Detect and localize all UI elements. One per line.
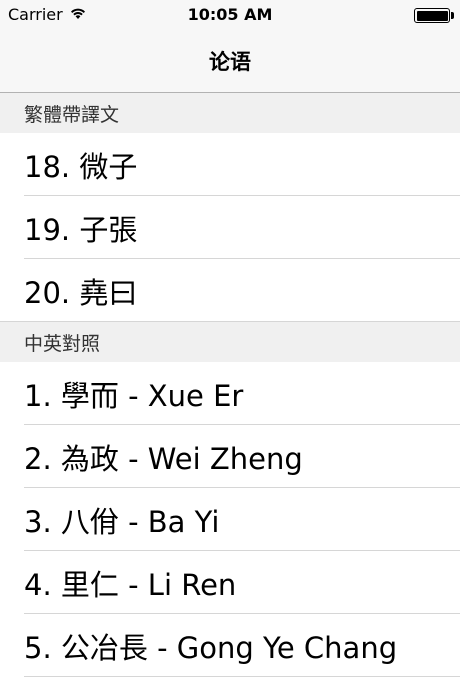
status-bar: Carrier 10:05 AM bbox=[0, 0, 460, 30]
list-item[interactable]: 18. 微子 bbox=[0, 133, 460, 196]
battery-fill bbox=[416, 10, 448, 21]
list-item[interactable]: 3. 八佾 - Ba Yi bbox=[0, 488, 460, 551]
list-item[interactable]: 19. 子張 bbox=[0, 196, 460, 259]
section-header-bilingual: 中英對照 bbox=[0, 322, 460, 362]
page-title: 论语 bbox=[209, 50, 251, 74]
list-item[interactable]: 2. 為政 - Wei Zheng bbox=[0, 425, 460, 488]
list-item[interactable]: 5. 公冶長 - Gong Ye Chang bbox=[0, 614, 460, 677]
list-item[interactable]: 1. 學而 - Xue Er bbox=[0, 362, 460, 425]
status-time: 10:05 AM bbox=[187, 5, 273, 24]
chapter-list: 繁體帶譯文 18. 微子 19. 子張 20. 堯曰 中英對照 1. 學而 - … bbox=[0, 93, 460, 677]
battery-tip bbox=[451, 12, 454, 19]
battery-icon bbox=[414, 8, 450, 23]
section-header-traditional: 繁體帶譯文 bbox=[0, 93, 460, 133]
list-item[interactable]: 20. 堯曰 bbox=[0, 259, 460, 322]
list-item[interactable]: 4. 里仁 - Li Ren bbox=[0, 551, 460, 614]
navigation-bar: 论语 bbox=[0, 30, 460, 93]
